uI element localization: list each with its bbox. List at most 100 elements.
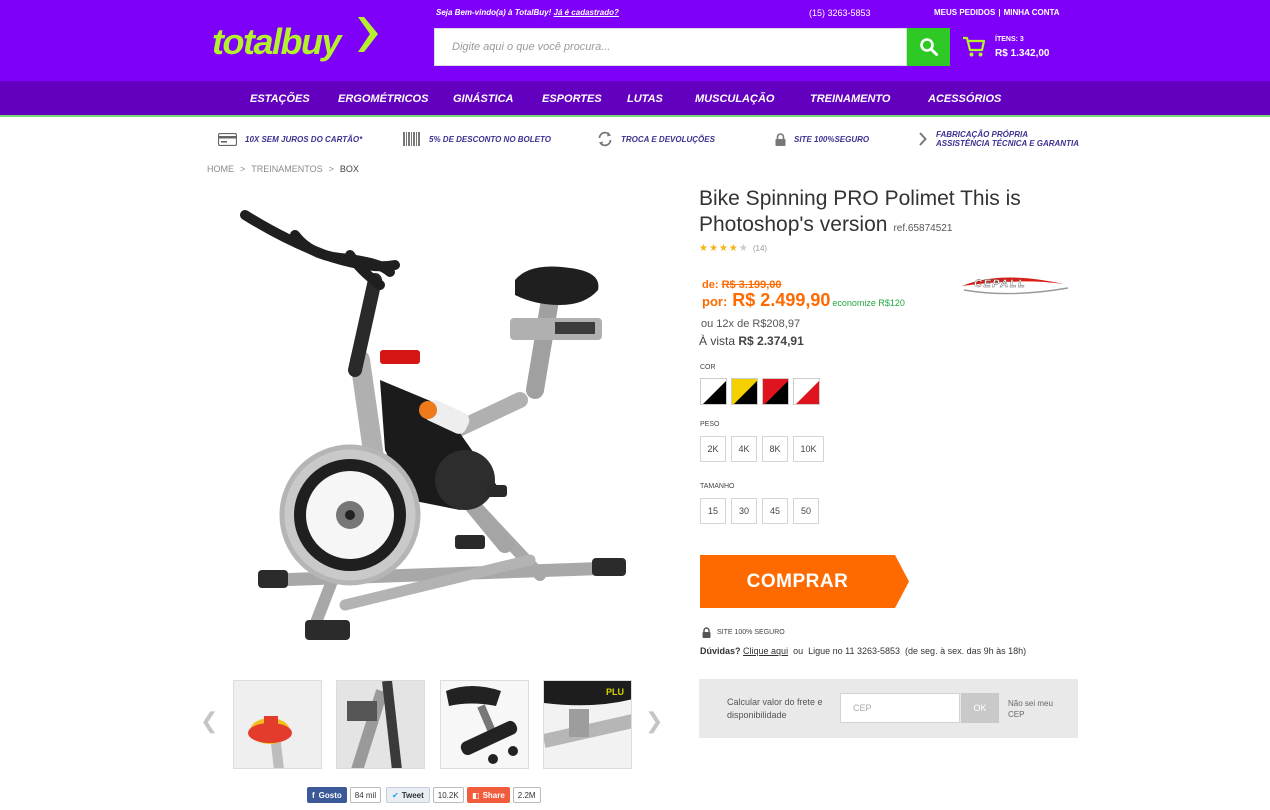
share-count: 2.2M	[512, 787, 541, 803]
weight-option-2k[interactable]: 2K	[700, 436, 726, 462]
tweet-label: Tweet	[401, 790, 424, 800]
share-button[interactable]: ◧ Share	[467, 787, 510, 803]
thumbs-prev-button[interactable]: ❮	[200, 708, 218, 734]
weight-option-8k[interactable]: 8K	[762, 436, 788, 462]
nav-item-esportes[interactable]: ESPORTES	[542, 93, 602, 105]
search-box	[434, 28, 907, 66]
breadcrumb-separator: >	[328, 164, 334, 174]
facebook-like-button[interactable]: f Gosto	[307, 787, 347, 803]
benefit-label-line2: ASSISTÊNCIA TÉCNICA E GARANTIA	[936, 139, 1079, 148]
search-button[interactable]	[907, 28, 950, 66]
thumbs-next-button[interactable]: ❯	[645, 708, 663, 734]
product-main-image[interactable]	[230, 200, 640, 660]
benefit-label: SITE 100%SEGURO	[794, 134, 870, 144]
savings-text: economize R$120	[832, 298, 905, 308]
benefit-label: FABRICAÇÃO PRÓPRIA ASSISTÊNCIA TÉCNICA E …	[936, 130, 1079, 148]
help-hours: (de seg. à sex. das 9h às 18h)	[905, 646, 1027, 656]
cash-price-value: R$ 2.374,91	[738, 334, 804, 348]
lock-icon	[702, 627, 711, 638]
benefit-label: TROCA E DEVOLUÇÕES	[621, 134, 715, 144]
star-icon: ★	[718, 243, 729, 254]
size-option-50[interactable]: 50	[793, 498, 819, 524]
cep-ok-button[interactable]: OK	[961, 693, 999, 723]
cart-total: R$ 1.342,00	[995, 48, 1050, 59]
main-nav: ESTAÇÕES ERGOMÉTRICOS GINÁSTICA ESPORTES…	[0, 81, 1270, 117]
facebook-icon: f	[312, 790, 315, 800]
unknown-cep-link[interactable]: Não sei meu CEP	[1008, 698, 1058, 720]
cep-input[interactable]	[841, 694, 959, 722]
share-label: Share	[482, 790, 505, 800]
product-title-text: Bike Spinning PRO Polimet This is Photos…	[699, 187, 1021, 236]
nav-item-acessorios[interactable]: ACESSÓRIOS	[928, 93, 1001, 105]
benefit-exchange: TROCA E DEVOLUÇÕES	[597, 128, 715, 150]
svg-text:totalbuy: totalbuy	[212, 21, 343, 62]
benefit-manufacturing: FABRICAÇÃO PRÓPRIA ASSISTÊNCIA TÉCNICA E …	[918, 128, 1079, 150]
nav-item-ergometricos[interactable]: ERGOMÉTRICOS	[338, 93, 428, 105]
cepall-brand-logo: CEPALL	[962, 277, 1069, 295]
breadcrumb-home[interactable]: HOME	[207, 164, 234, 174]
buy-button[interactable]: COMPRAR	[700, 555, 910, 608]
cart-summary[interactable]: ÍTENS: 3 R$ 1.342,00	[962, 34, 1072, 64]
weight-label: PESO	[700, 421, 720, 428]
rating-count: (14)	[752, 244, 768, 253]
breadcrumb-current: BOX	[339, 164, 359, 174]
nav-item-treinamento[interactable]: TREINAMENTO	[810, 93, 890, 105]
my-orders-link[interactable]: MEUS PEDIDOS	[934, 8, 995, 17]
help-line: Dúvidas? Clique aqui ou Ligue no 11 3263…	[700, 646, 1026, 656]
brand-name: CEPALL	[974, 278, 1026, 290]
product-thumbnail-2[interactable]	[336, 680, 425, 769]
size-option-15[interactable]: 15	[700, 498, 726, 524]
help-label: Dúvidas?	[700, 646, 741, 656]
tweet-button[interactable]: ✔ Tweet	[386, 787, 430, 803]
breadcrumb-treinamentos[interactable]: TREINAMENTOS	[251, 164, 322, 174]
star-empty-icon: ★	[738, 243, 749, 254]
cash-price: À vista R$ 2.374,91	[699, 334, 804, 348]
my-account-link[interactable]: MINHA CONTA	[1004, 8, 1060, 17]
nav-item-musculacao[interactable]: MUSCULAÇÃO	[695, 93, 774, 105]
benefit-label-line1: FABRICAÇÃO PRÓPRIA	[936, 130, 1029, 139]
share-icon: ◧	[472, 790, 480, 800]
separator: |	[998, 8, 1001, 17]
login-link[interactable]: Já é cadastrado?	[554, 8, 619, 17]
size-label: TAMANHO	[700, 483, 735, 490]
nav-item-lutas[interactable]: LUTAS	[627, 93, 663, 105]
product-thumbnail-1[interactable]	[233, 680, 322, 769]
benefit-label: 10X SEM JUROS DO CARTÃO*	[245, 134, 363, 144]
color-swatch-white-red[interactable]	[793, 378, 820, 405]
chevron-right-icon	[918, 131, 928, 147]
twitter-tweet: ✔ Tweet 10.2K	[386, 787, 464, 803]
help-link[interactable]: Clique aqui	[743, 646, 788, 656]
sale-price-prefix: por:	[702, 294, 728, 309]
weight-option-4k[interactable]: 4K	[731, 436, 757, 462]
size-option-45[interactable]: 45	[762, 498, 788, 524]
barcode-icon	[403, 132, 421, 146]
totalbuy-logo[interactable]: totalbuy	[212, 14, 382, 66]
star-icon: ★	[708, 243, 719, 254]
star-icon: ★	[699, 243, 709, 254]
search-input[interactable]	[435, 29, 906, 65]
weight-option-10k[interactable]: 10K	[793, 436, 824, 462]
facebook-like-label: Gosto	[318, 790, 342, 800]
product-title: Bike Spinning PRO Polimet This is Photos…	[699, 186, 1079, 242]
color-label: COR	[700, 364, 716, 371]
product-rating[interactable]: ★★★★★ (14)	[699, 243, 767, 254]
color-swatch-red[interactable]	[762, 378, 789, 405]
cart-items-count: ÍTENS: 3	[995, 36, 1024, 43]
color-swatch-yellow[interactable]	[731, 378, 758, 405]
color-swatch-black[interactable]	[700, 378, 727, 405]
size-option-30[interactable]: 30	[731, 498, 757, 524]
exchange-icon	[597, 131, 613, 147]
product-thumbnail-4[interactable]: PLU	[543, 680, 632, 769]
benefit-discount: 5% DE DESCONTO NO BOLETO	[403, 128, 551, 150]
nav-item-ginastica[interactable]: GINÁSTICA	[453, 93, 514, 105]
welcome-message: Seja Bem-vindo(a) à TotalBuy! Já é cadas…	[436, 8, 619, 17]
product-thumbnail-3[interactable]	[440, 680, 529, 769]
freight-label: Calcular valor do frete e disponibilidad…	[727, 697, 823, 720]
search-icon	[919, 38, 938, 56]
twitter-icon: ✔	[392, 790, 399, 800]
sale-price: por: R$ 2.499,90 economize R$120	[702, 290, 905, 311]
tweet-count: 10.2K	[432, 787, 464, 803]
secure-site-text: SITE 100% SEGURO	[717, 629, 785, 636]
benefit-label: 5% DE DESCONTO NO BOLETO	[429, 134, 551, 144]
nav-item-estacoes[interactable]: ESTAÇÕES	[250, 93, 310, 105]
